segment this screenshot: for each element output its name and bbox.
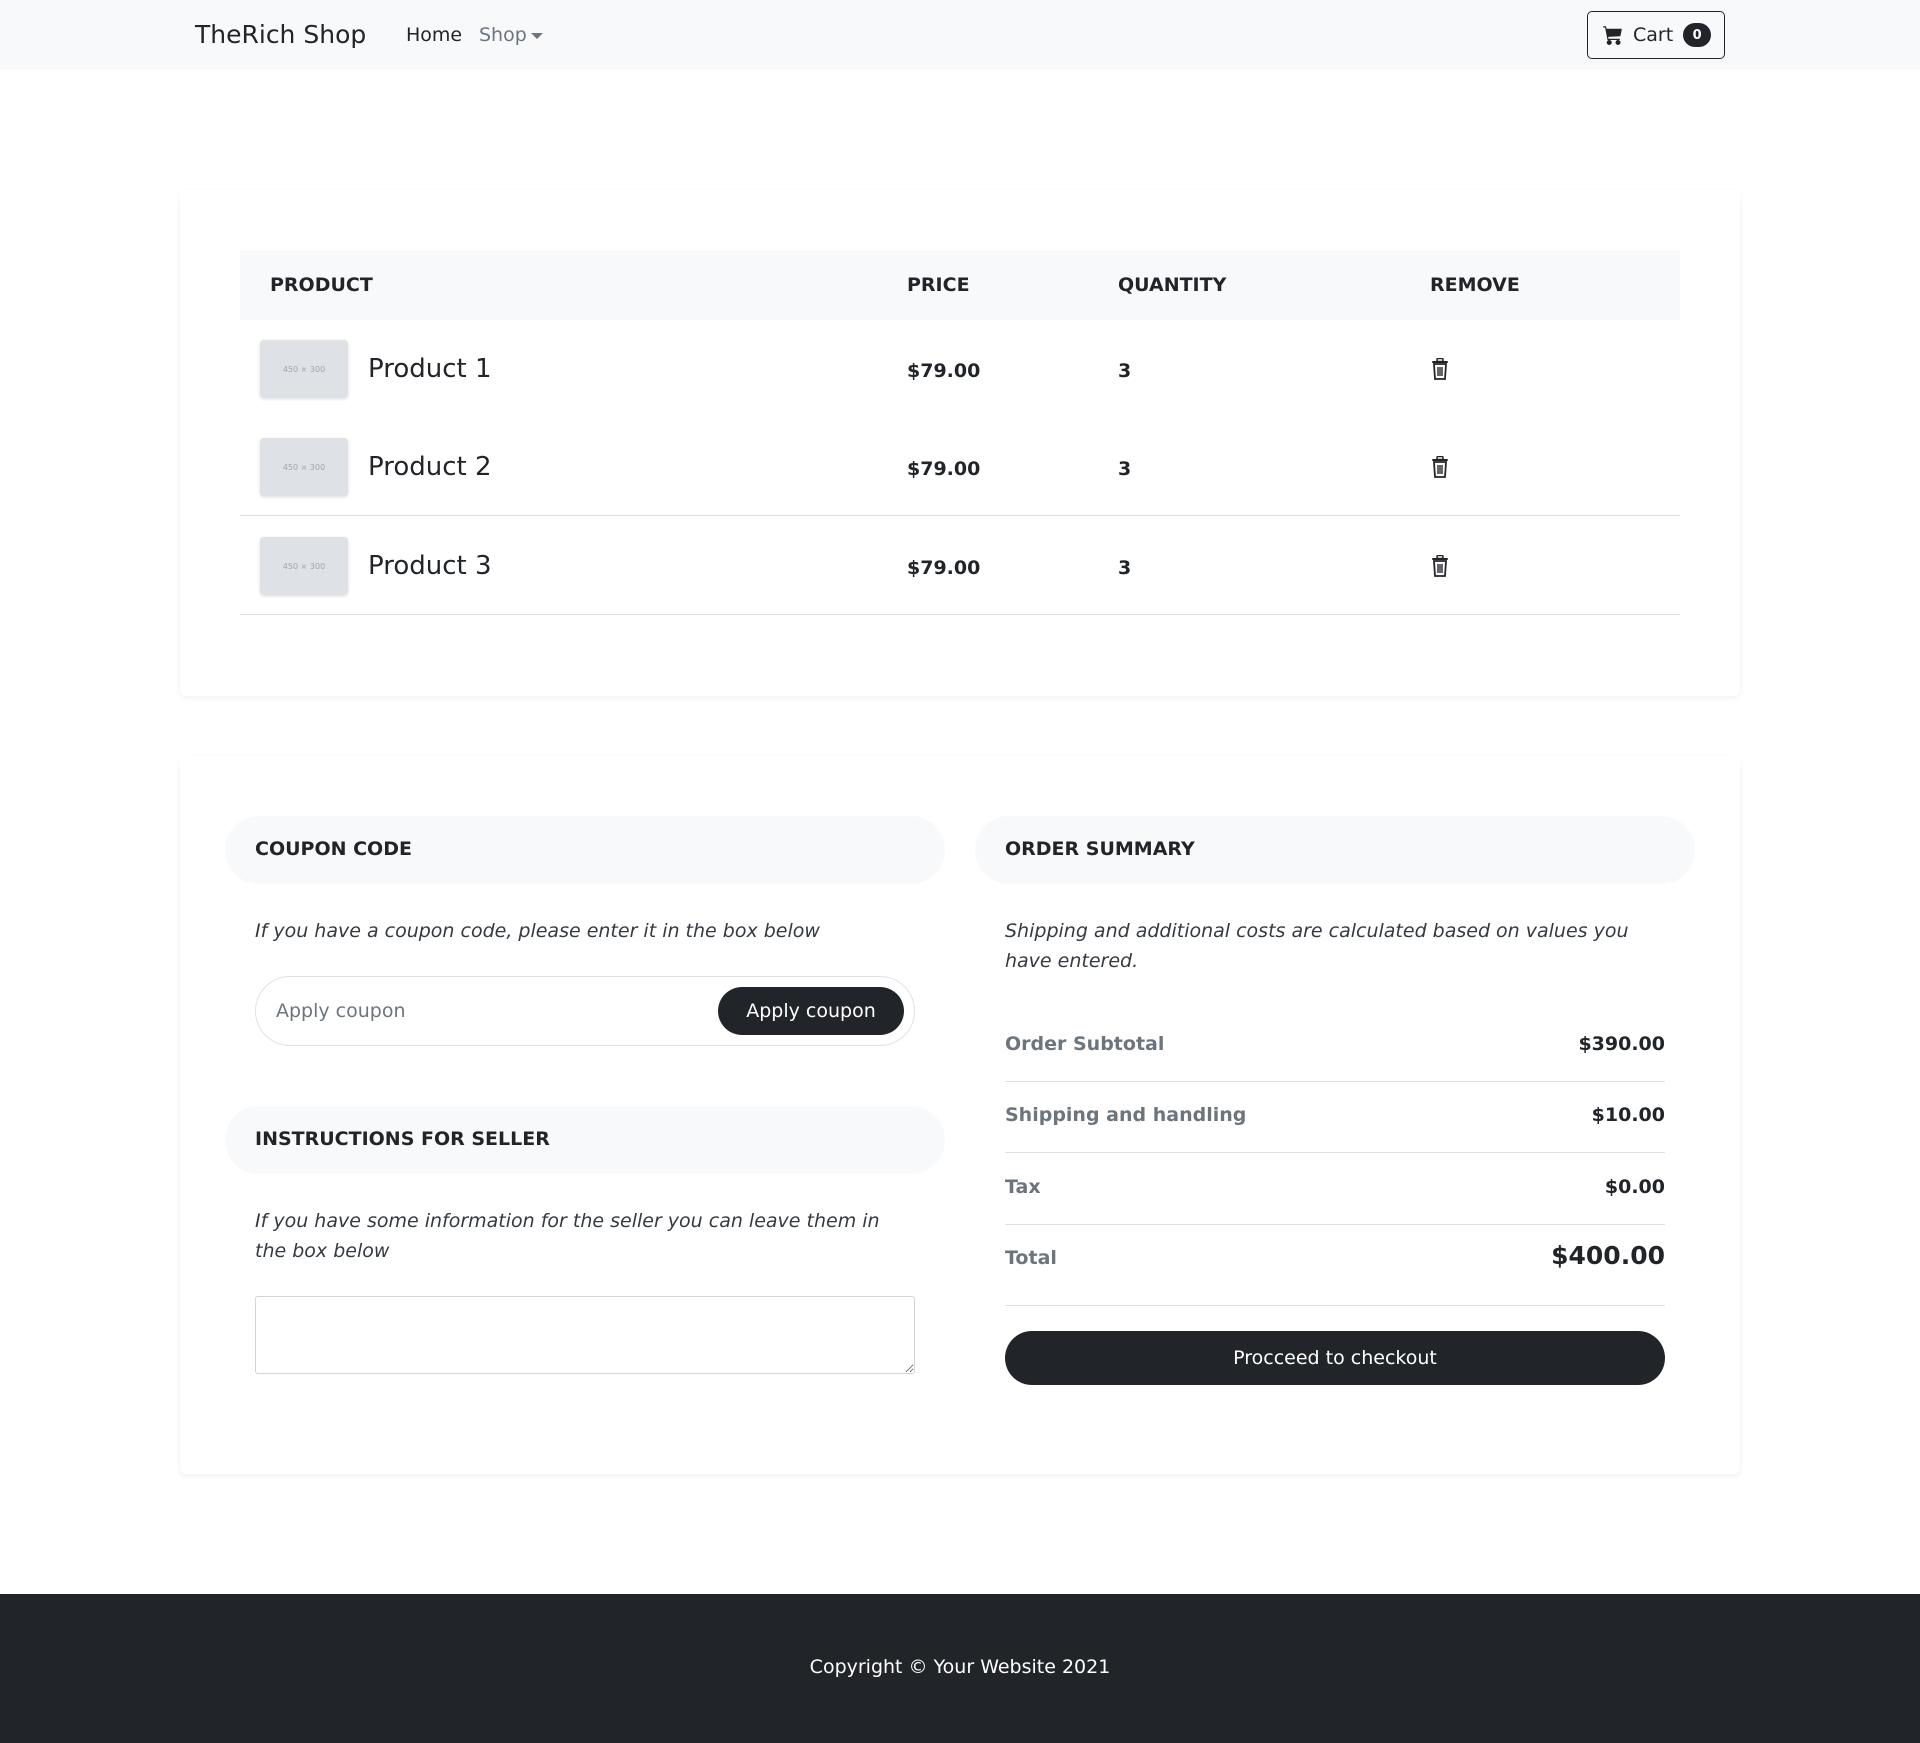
coupon-description: If you have a coupon code, please enter … [255,920,820,942]
instructions-title: Instructions for seller [255,1128,550,1150]
apply-coupon-button[interactable]: Apply coupon [718,987,904,1035]
nav-shop-label: Shop [479,24,527,46]
nav-home-link[interactable]: Home [406,24,462,46]
summary-row-tax: Tax $0.00 [1005,1154,1665,1225]
footer: Copyright © Your Website 2021 [0,1594,1920,1743]
thumbnail-label: 450 × 300 [282,561,326,571]
product-quantity: 3 [1118,557,1132,579]
product-thumbnail[interactable]: 450 × 300 [260,438,348,496]
instructions-description: If you have some information for the sel… [255,1210,880,1262]
product-name[interactable]: Product 1 [368,354,492,384]
seller-instructions-textarea[interactable] [255,1296,915,1374]
summary-row-shipping: Shipping and handling $10.00 [1005,1082,1665,1153]
product-price: $79.00 [907,458,981,480]
cart-table-card: Product Price Quantity Remove 450 × 300 … [180,190,1740,696]
cart-count-badge: 0 [1683,23,1712,47]
tax-label: Tax [1005,1176,1041,1198]
chevron-down-icon [530,32,543,39]
product-thumbnail[interactable]: 450 × 300 [260,340,348,398]
header-price: Price [907,274,970,296]
table-row: 450 × 300 Product 2 $79.00 3 [240,418,1680,516]
product-quantity: 3 [1118,458,1132,480]
cart-button[interactable]: Cart 0 [1587,11,1725,59]
proceed-to-checkout-button[interactable]: Procceed to checkout [1005,1331,1665,1385]
navbar: TheRich Shop Home Shop Cart 0 [0,0,1920,70]
nav-shop-dropdown[interactable]: Shop [479,24,543,46]
coupon-input-group: Apply coupon [255,976,915,1046]
cart-icon [1603,26,1622,45]
tax-value: $0.00 [1604,1176,1665,1198]
trash-icon[interactable] [1431,555,1449,577]
total-value: $400.00 [1551,1241,1665,1270]
product-name[interactable]: Product 2 [368,452,492,482]
coupon-title: Coupon code [255,838,412,860]
coupon-input[interactable] [276,991,696,1031]
header-quantity: Quantity [1118,274,1227,296]
product-price: $79.00 [907,360,981,382]
cart-label: Cart [1633,24,1674,46]
summary-row-total: Total $400.00 [1005,1225,1665,1306]
header-remove: Remove [1430,274,1520,296]
coupon-section-header: Coupon code [225,816,945,884]
product-quantity: 3 [1118,360,1132,382]
trash-icon[interactable] [1431,358,1449,380]
table-row: 450 × 300 Product 1 $79.00 3 [240,320,1680,418]
header-product: Product [270,274,373,296]
subtotal-value: $390.00 [1578,1033,1665,1055]
instructions-section-header: Instructions for seller [225,1106,945,1174]
shipping-label: Shipping and handling [1005,1104,1247,1126]
total-label: Total [1005,1247,1057,1269]
subtotal-label: Order Subtotal [1005,1033,1165,1055]
product-thumbnail[interactable]: 450 × 300 [260,537,348,595]
product-price: $79.00 [907,557,981,579]
summary-title: Order summary [1005,838,1195,860]
thumbnail-label: 450 × 300 [282,364,326,374]
summary-description: Shipping and additional costs are calcul… [1005,920,1629,972]
product-name[interactable]: Product 3 [368,551,492,581]
brand-logo[interactable]: TheRich Shop [195,20,366,49]
shipping-value: $10.00 [1591,1104,1665,1126]
table-row: 450 × 300 Product 3 $79.00 3 [240,517,1680,615]
trash-icon[interactable] [1431,456,1449,478]
table-header: Product Price Quantity Remove [240,250,1680,320]
checkout-card: Coupon code If you have a coupon code, p… [180,756,1740,1474]
summary-section-header: Order summary [975,816,1695,884]
summary-row-subtotal: Order Subtotal $390.00 [1005,1011,1665,1082]
thumbnail-label: 450 × 300 [282,462,326,472]
footer-copyright: Copyright © Your Website 2021 [809,1656,1111,1678]
